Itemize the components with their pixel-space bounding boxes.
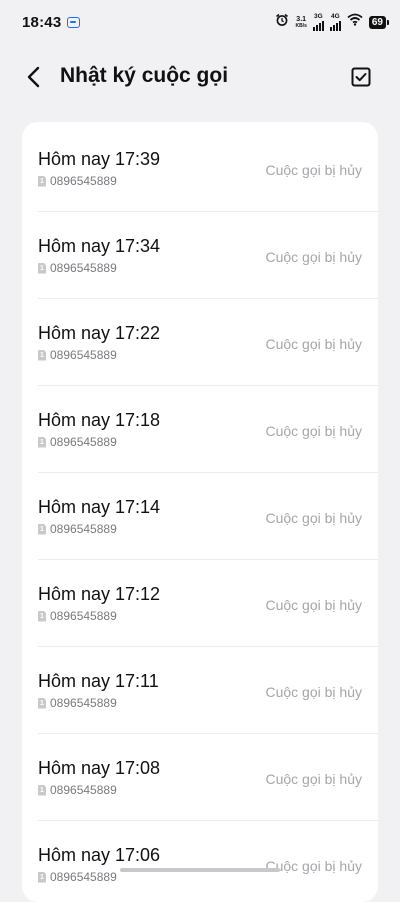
call-status: Cuộc gọi bị hủy <box>265 423 362 439</box>
call-number: 0896545889 <box>50 261 117 275</box>
app-notification-icon <box>67 16 81 28</box>
call-subline: 1 0896545889 <box>38 783 117 797</box>
signal-bars-icon <box>329 20 341 31</box>
status-bar: 18:43 3.1 KB/s 3G 4G 69 <box>0 0 400 44</box>
call-number: 0896545889 <box>50 174 117 188</box>
call-log-row[interactable]: Hôm nay 17:06 1 0896545889 Cuộc gọi bị h… <box>22 821 378 902</box>
call-status: Cuộc gọi bị hủy <box>265 336 362 352</box>
network-speed-unit: KB/s <box>295 22 307 29</box>
call-log-card: Hôm nay 17:39 1 0896545889 Cuộc gọi bị h… <box>22 122 378 902</box>
call-subline: 1 0896545889 <box>38 174 117 188</box>
signal-sim1-label: 3G <box>314 13 323 20</box>
status-right: 3.1 KB/s 3G 4G 69 <box>275 13 390 32</box>
call-log-list: Hôm nay 17:39 1 0896545889 Cuộc gọi bị h… <box>22 122 378 902</box>
call-log-row[interactable]: Hôm nay 17:18 1 0896545889 Cuộc gọi bị h… <box>22 386 378 473</box>
call-log-row[interactable]: Hôm nay 17:08 1 0896545889 Cuộc gọi bị h… <box>22 734 378 821</box>
call-log-row[interactable]: Hôm nay 17:22 1 0896545889 Cuộc gọi bị h… <box>22 299 378 386</box>
call-number: 0896545889 <box>50 696 117 710</box>
select-mode-button[interactable] <box>348 64 374 90</box>
call-number: 0896545889 <box>50 783 117 797</box>
sim-card-icon: 1 <box>38 697 46 709</box>
wifi-icon <box>347 13 363 31</box>
call-log-row[interactable]: Hôm nay 17:39 1 0896545889 Cuộc gọi bị h… <box>22 122 378 212</box>
call-number: 0896545889 <box>50 435 117 449</box>
sim-card-icon: 1 <box>38 175 46 187</box>
app-header: Nhật ký cuộc gọi <box>0 54 400 100</box>
battery-indicator: 69 <box>368 15 390 29</box>
call-number: 0896545889 <box>50 609 117 623</box>
network-speed: 3.1 KB/s <box>295 16 306 29</box>
call-time: Hôm nay 17:14 <box>38 497 161 517</box>
call-time: Hôm nay 17:34 <box>38 236 161 256</box>
chevron-left-icon <box>27 66 40 88</box>
call-status: Cuộc gọi bị hủy <box>265 510 362 526</box>
call-status: Cuộc gọi bị hủy <box>265 684 362 700</box>
call-time: Hôm nay 17:06 <box>38 845 161 865</box>
call-status: Cuộc gọi bị hủy <box>265 162 362 178</box>
sim-card-icon: 1 <box>38 523 46 535</box>
call-subline: 1 0896545889 <box>38 261 117 275</box>
call-subline: 1 0896545889 <box>38 348 117 362</box>
call-subline: 1 0896545889 <box>38 435 117 449</box>
call-log-row[interactable]: Hôm nay 17:14 1 0896545889 Cuộc gọi bị h… <box>22 473 378 560</box>
sim-card-icon: 1 <box>38 610 46 622</box>
call-status: Cuộc gọi bị hủy <box>265 771 362 787</box>
call-number: 0896545889 <box>50 522 117 536</box>
call-status: Cuộc gọi bị hủy <box>265 597 362 613</box>
checkbox-icon <box>351 67 371 87</box>
sim-card-icon: 1 <box>38 871 46 883</box>
signal-sim1: 3G <box>312 13 324 31</box>
sim-card-icon: 1 <box>38 349 46 361</box>
status-time: 18:43 <box>22 13 62 31</box>
call-status: Cuộc gọi bị hủy <box>265 858 362 874</box>
signal-bars-icon <box>312 20 324 31</box>
call-time: Hôm nay 17:12 <box>38 584 161 604</box>
status-left: 18:43 <box>22 13 81 31</box>
call-time: Hôm nay 17:11 <box>38 671 159 691</box>
call-time: Hôm nay 17:39 <box>38 149 161 169</box>
sim-card-icon: 1 <box>38 262 46 274</box>
call-subline: 1 0896545889 <box>38 522 117 536</box>
call-time: Hôm nay 17:08 <box>38 758 161 778</box>
sim-card-icon: 1 <box>38 784 46 796</box>
call-time: Hôm nay 17:22 <box>38 323 161 343</box>
call-number: 0896545889 <box>50 348 117 362</box>
signal-sim2: 4G <box>329 13 341 31</box>
call-log-row[interactable]: Hôm nay 17:11 1 0896545889 Cuộc gọi bị h… <box>22 647 378 734</box>
call-number: 0896545889 <box>50 870 117 884</box>
signal-sim2-label: 4G <box>331 13 340 20</box>
call-time: Hôm nay 17:18 <box>38 410 161 430</box>
call-log-row[interactable]: Hôm nay 17:12 1 0896545889 Cuộc gọi bị h… <box>22 560 378 647</box>
call-log-row[interactable]: Hôm nay 17:34 1 0896545889 Cuộc gọi bị h… <box>22 212 378 299</box>
call-subline: 1 0896545889 <box>38 696 117 710</box>
back-button[interactable] <box>20 63 48 91</box>
sim-card-icon: 1 <box>38 436 46 448</box>
call-status: Cuộc gọi bị hủy <box>265 249 362 265</box>
call-subline: 1 0896545889 <box>38 870 117 884</box>
call-subline: 1 0896545889 <box>38 609 117 623</box>
home-indicator[interactable] <box>120 868 280 872</box>
network-speed-value: 3.1 <box>296 15 307 23</box>
page-title: Nhật ký cuộc gọi <box>60 64 229 87</box>
alarm-icon <box>275 13 289 32</box>
